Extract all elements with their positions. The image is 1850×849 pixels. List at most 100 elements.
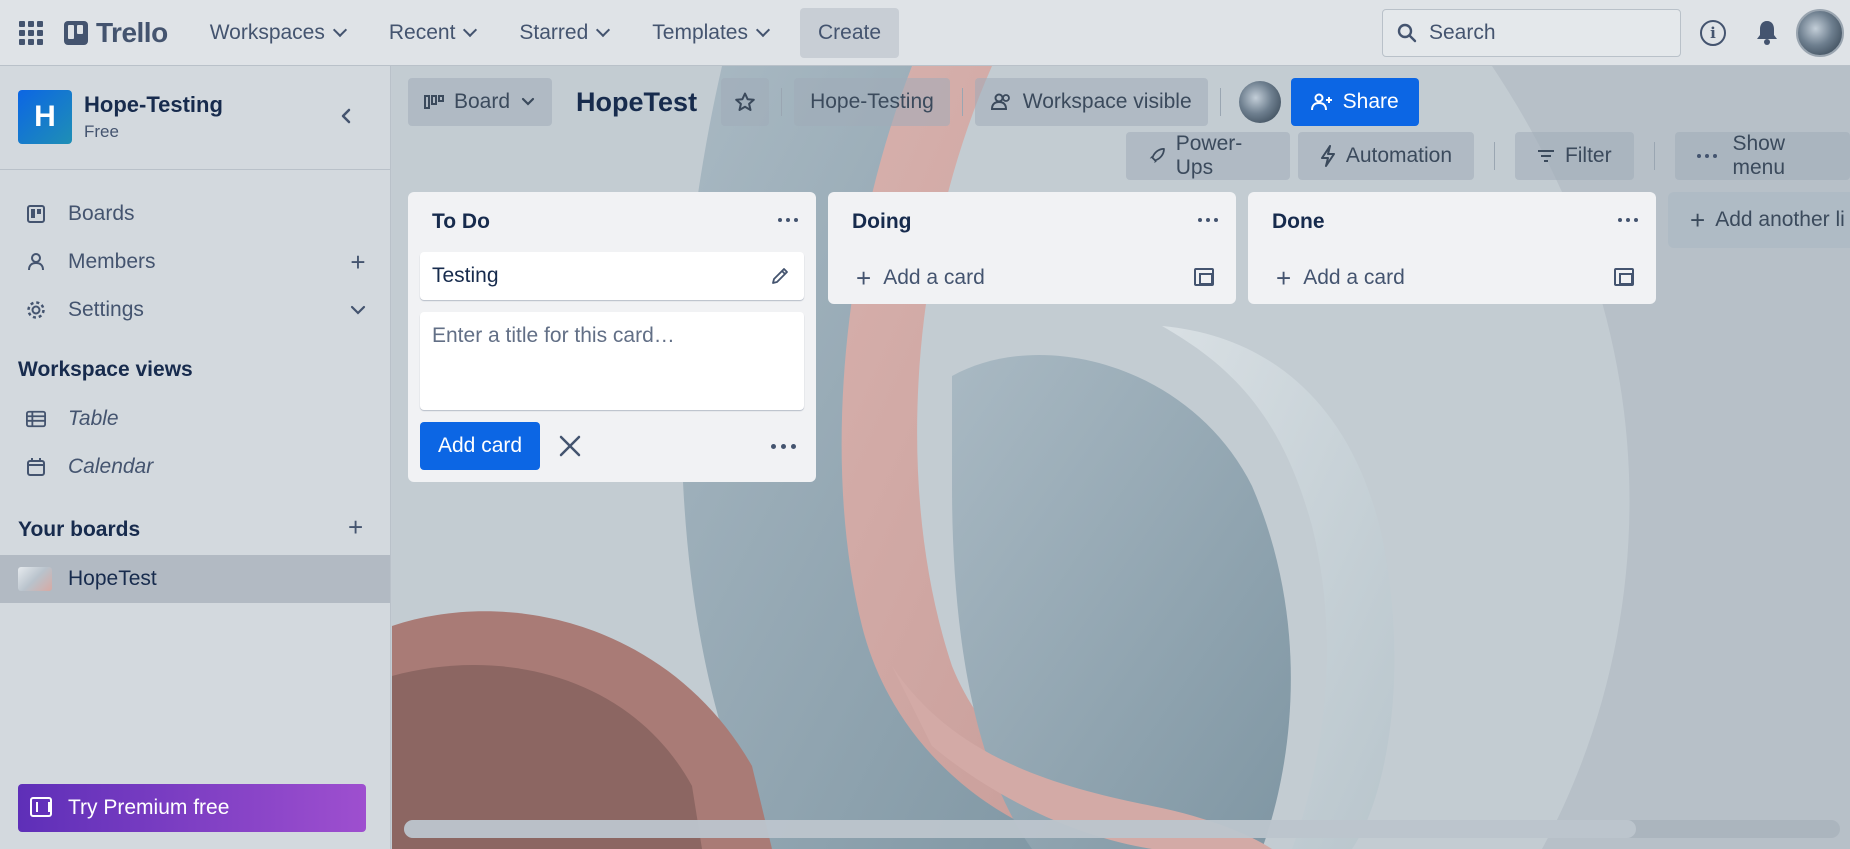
- star-icon: [735, 92, 755, 111]
- list-title[interactable]: Doing: [852, 210, 911, 234]
- trello-logo-icon: [64, 20, 88, 45]
- your-boards-heading: Your boards: [18, 518, 141, 541]
- sidebar-item-settings[interactable]: Settings: [0, 286, 390, 334]
- sidebar-item-label: Table: [68, 407, 119, 430]
- list-header: Done: [1248, 192, 1656, 252]
- filter-label: Filter: [1564, 144, 1612, 167]
- plus-icon: +: [856, 263, 872, 293]
- list-menu-icon[interactable]: [1618, 218, 1638, 222]
- more-icon: [1696, 154, 1717, 158]
- add-person-icon: [1310, 93, 1332, 111]
- nav-recent[interactable]: Recent: [377, 9, 488, 57]
- close-icon[interactable]: [558, 434, 582, 458]
- list-title[interactable]: To Do: [432, 210, 490, 234]
- nav-workspaces-label: Workspaces: [209, 20, 325, 44]
- share-button[interactable]: Share: [1290, 78, 1419, 126]
- chevron-down-icon: [521, 97, 535, 106]
- list-title[interactable]: Done: [1272, 210, 1325, 234]
- nav-starred[interactable]: Starred: [507, 9, 620, 57]
- share-label: Share: [1342, 90, 1399, 113]
- power-ups-button[interactable]: Power-Ups: [1126, 132, 1290, 180]
- workspace-views-heading: Workspace views: [18, 358, 193, 381]
- user-avatar[interactable]: [1796, 9, 1844, 57]
- more-options-icon[interactable]: [771, 444, 796, 449]
- sidebar-item-calendar[interactable]: Calendar: [0, 443, 390, 491]
- workspace-avatar: H: [18, 90, 72, 144]
- chevron-down-icon[interactable]: [346, 298, 370, 322]
- add-card-label: Add a card: [1303, 266, 1405, 289]
- sidebar-board-label: HopeTest: [68, 567, 157, 590]
- list-menu-icon[interactable]: [778, 218, 798, 222]
- card-template-icon[interactable]: [1614, 268, 1634, 286]
- card-template-icon[interactable]: [1194, 268, 1214, 286]
- sidebar-board-hopetest[interactable]: HopeTest: [0, 555, 390, 603]
- list-menu-icon[interactable]: [1198, 218, 1218, 222]
- create-button[interactable]: Create: [800, 7, 900, 58]
- pencil-icon[interactable]: [770, 266, 790, 286]
- lightning-icon: [1320, 145, 1335, 167]
- chevron-down-icon: [332, 22, 347, 38]
- sidebar-item-members[interactable]: Members +: [0, 238, 390, 286]
- board-view-label: Board: [454, 90, 511, 113]
- chevron-down-icon: [463, 22, 478, 38]
- add-card-label: Add a card: [883, 266, 985, 289]
- person-icon: [26, 252, 46, 272]
- board-header: Board HopeTest Hope-Testing Workspace vi…: [408, 78, 1419, 126]
- board-canvas: Board HopeTest Hope-Testing Workspace vi…: [392, 66, 1850, 849]
- search-input[interactable]: Search: [1382, 9, 1681, 57]
- board-view-switcher[interactable]: Board: [408, 78, 553, 126]
- horizontal-scrollbar[interactable]: [404, 820, 1840, 838]
- search-placeholder: Search: [1429, 21, 1496, 44]
- try-premium-button[interactable]: Try Premium free: [18, 784, 366, 832]
- card-title-placeholder: Enter a title for this card…: [432, 324, 675, 347]
- nav-templates[interactable]: Templates: [640, 9, 780, 57]
- card-title-input[interactable]: Enter a title for this card…: [420, 312, 804, 410]
- add-member-icon[interactable]: +: [346, 249, 370, 275]
- add-card-button[interactable]: + Add a card: [1248, 252, 1656, 304]
- info-icon[interactable]: i: [1700, 20, 1726, 46]
- gear-icon: [26, 300, 46, 320]
- show-menu-label: Show menu: [1732, 132, 1786, 179]
- show-menu-button[interactable]: Show menu: [1674, 132, 1850, 180]
- nav-starred-label: Starred: [519, 20, 589, 44]
- chevron-left-icon[interactable]: [336, 106, 356, 126]
- board-title[interactable]: HopeTest: [576, 87, 697, 118]
- search-icon: [1397, 23, 1417, 43]
- plus-icon: +: [1276, 263, 1292, 293]
- divider: [961, 88, 963, 116]
- card[interactable]: Testing: [420, 252, 804, 300]
- list-header: To Do: [408, 192, 816, 252]
- chevron-down-icon: [596, 22, 611, 38]
- add-list-button[interactable]: + Add another li: [1668, 192, 1850, 248]
- workspace-chip[interactable]: Hope-Testing: [794, 78, 950, 126]
- automation-button[interactable]: Automation: [1297, 132, 1475, 180]
- card-title: Testing: [432, 264, 499, 287]
- star-board-button[interactable]: [721, 78, 770, 126]
- board-view-icon: [424, 95, 444, 109]
- list-todo: To Do Testing Enter a title for this car…: [408, 192, 816, 482]
- filter-button[interactable]: Filter: [1514, 132, 1634, 180]
- trello-logo[interactable]: Trello: [64, 17, 168, 49]
- app-switcher-icon[interactable]: [18, 20, 44, 46]
- scrollbar-thumb[interactable]: [404, 820, 1636, 838]
- workspace-header: H Hope-Testing Free: [0, 66, 390, 170]
- sidebar-item-table[interactable]: Table: [0, 395, 390, 443]
- calendar-icon: [26, 457, 46, 477]
- add-card-button[interactable]: + Add a card: [828, 252, 1236, 304]
- table-icon: [26, 409, 46, 429]
- power-ups-label: Power-Ups: [1175, 132, 1243, 179]
- add-card-button[interactable]: Add card: [420, 422, 541, 470]
- plus-icon: +: [1690, 205, 1706, 235]
- visibility-button[interactable]: Workspace visible: [974, 78, 1208, 126]
- sidebar-item-boards[interactable]: Boards: [0, 190, 390, 238]
- nav-workspaces[interactable]: Workspaces: [198, 9, 357, 57]
- briefcase-icon: [30, 797, 52, 817]
- rocket-icon: [1149, 148, 1165, 164]
- sidebar-item-label: Boards: [68, 202, 135, 225]
- workspace-name[interactable]: Hope-Testing: [84, 92, 223, 118]
- list-doing: Doing + Add a card: [828, 192, 1236, 304]
- bell-icon[interactable]: [1754, 18, 1780, 46]
- member-avatar[interactable]: [1238, 81, 1281, 123]
- board-thumbnail: [18, 567, 52, 591]
- add-board-icon[interactable]: +: [348, 514, 363, 540]
